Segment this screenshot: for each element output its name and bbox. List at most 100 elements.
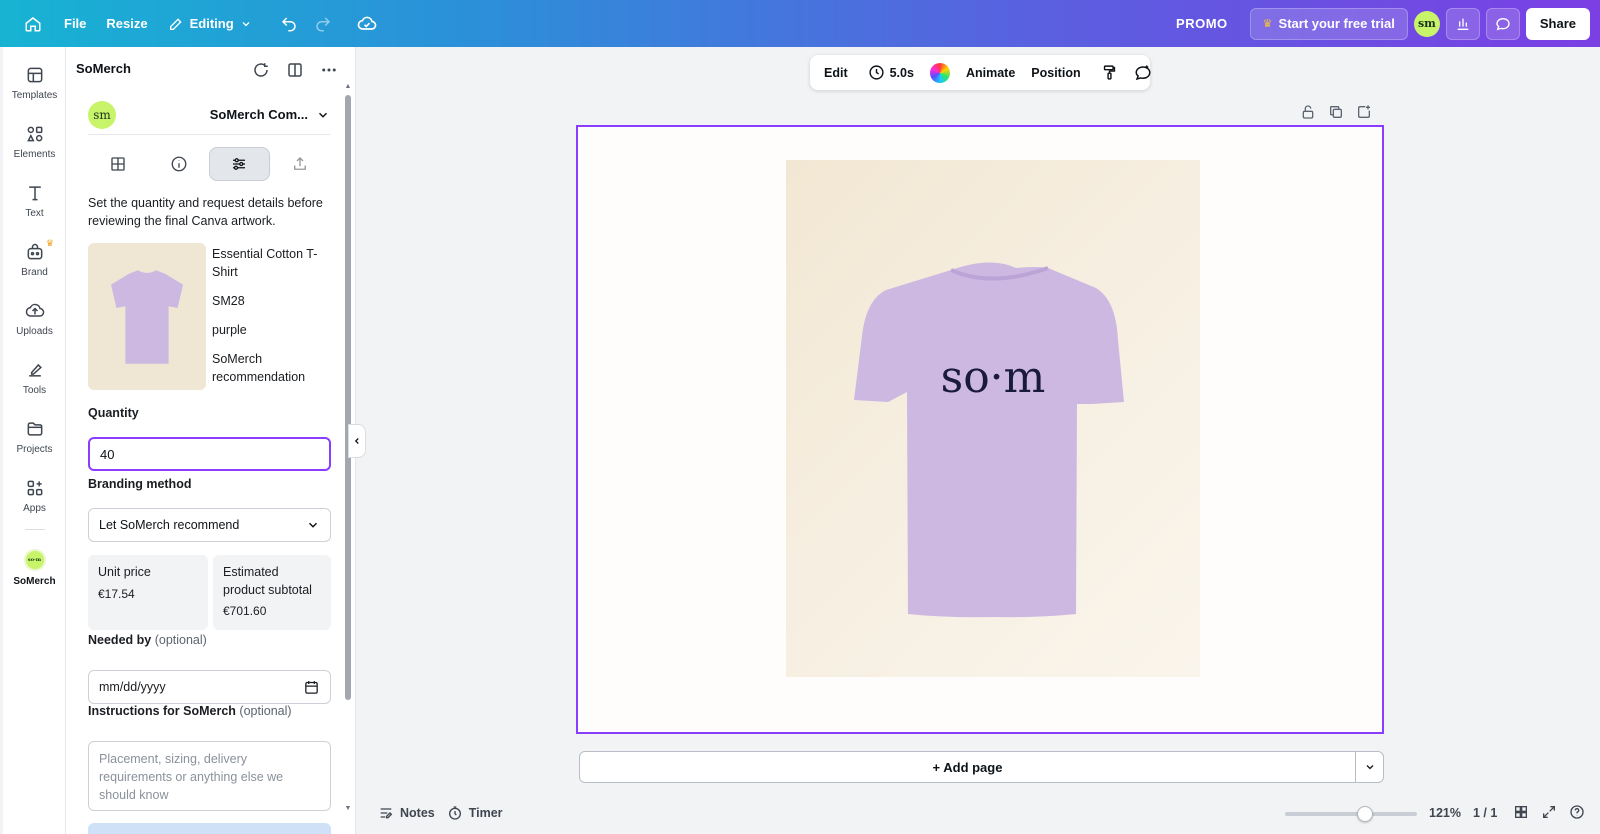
free-trial-button[interactable]: ♛ Start your free trial <box>1249 7 1408 40</box>
account-selector[interactable]: sm SoMerch Com... <box>88 95 330 135</box>
expand-icon <box>1543 805 1555 818</box>
panel-title: SoMerch <box>76 61 131 76</box>
cloud-save-button[interactable] <box>350 7 384 41</box>
free-trial-label: Start your free trial <box>1278 16 1395 31</box>
animate-button[interactable]: Animate <box>960 59 1021 87</box>
resize-label: Resize <box>106 16 148 31</box>
add-page-options-button[interactable] <box>1355 752 1383 782</box>
comments-button[interactable] <box>1485 7 1520 40</box>
scroll-up-icon[interactable]: ▲ <box>344 83 352 90</box>
rail-item-apps[interactable]: Apps <box>3 478 66 530</box>
branding-method-label: Branding method <box>88 477 192 491</box>
collapse-panel-button[interactable] <box>348 424 366 458</box>
optional-tag: (optional) <box>239 704 292 718</box>
needed-by-date-input[interactable]: mm/dd/yyyy <box>88 670 331 704</box>
somerch-logo: sm <box>88 100 116 129</box>
tab-settings[interactable] <box>208 147 270 181</box>
insights-button[interactable] <box>1445 7 1480 40</box>
grid-view-button[interactable] <box>1513 804 1529 823</box>
continue-button[interactable] <box>88 823 331 834</box>
rail-item-elements[interactable]: Elements <box>3 124 66 176</box>
instructions-text: Instructions for SoMerch <box>88 704 236 718</box>
element-toolbar: Edit 5.0s Animate Position <box>810 55 1151 90</box>
chevron-left-icon <box>354 438 359 444</box>
rail-item-text[interactable]: Text <box>3 183 66 235</box>
rail-item-brand[interactable]: ♛ Brand <box>3 238 66 294</box>
color-button[interactable] <box>924 59 956 87</box>
more-horizontal-icon <box>322 68 336 72</box>
design-page[interactable]: so·m <box>576 125 1384 734</box>
file-menu-button[interactable]: File <box>54 7 96 41</box>
lock-page-button[interactable] <box>1300 104 1316 125</box>
add-page-icon-button[interactable] <box>1356 104 1372 125</box>
split-view-button[interactable] <box>283 59 307 81</box>
product-source: SoMerch recommendation <box>212 352 306 384</box>
page-count[interactable]: 1 / 1 <box>1473 806 1497 820</box>
share-label: Share <box>1539 16 1576 31</box>
branding-method-select[interactable]: Let SoMerch recommend <box>88 508 331 542</box>
promo-label[interactable]: PROMO <box>1176 16 1228 31</box>
animate-label: Animate <box>965 65 1016 80</box>
resize-button[interactable]: Resize <box>96 7 157 41</box>
rail-item-uploads[interactable]: Uploads <box>3 301 66 353</box>
quantity-input[interactable] <box>88 437 331 471</box>
duration-label: 5.0s <box>889 65 914 80</box>
scroll-down-icon[interactable]: ▼ <box>344 805 352 812</box>
copy-style-button[interactable] <box>1095 59 1124 87</box>
subtotal-label: Estimated product subtotal <box>223 565 312 597</box>
user-avatar[interactable]: sm <box>1413 10 1440 37</box>
duplicate-icon <box>1330 106 1342 118</box>
editing-mode-button[interactable]: Editing <box>158 7 262 41</box>
duplicate-page-button[interactable] <box>1328 104 1344 125</box>
unit-price-label: Unit price <box>98 565 151 579</box>
zoom-slider[interactable] <box>1285 806 1417 822</box>
rail-item-templates[interactable]: Templates <box>3 65 66 117</box>
add-page-button[interactable]: + Add page <box>580 760 1355 775</box>
subtotal-value: €701.60 <box>223 604 267 618</box>
scroll-thumb[interactable] <box>345 95 351 700</box>
edit-button[interactable]: Edit <box>818 59 854 87</box>
redo-button[interactable] <box>306 7 340 41</box>
share-button[interactable]: Share <box>1525 7 1590 40</box>
view-controls <box>1513 804 1585 823</box>
refresh-button[interactable] <box>249 59 273 81</box>
comment-add-icon <box>1135 65 1151 80</box>
zoom-level[interactable]: 121% <box>1429 806 1461 820</box>
refresh-icon <box>254 63 268 77</box>
rail-item-projects[interactable]: Projects <box>3 419 66 471</box>
help-button[interactable] <box>1569 804 1585 823</box>
clock-icon <box>869 65 884 80</box>
tshirt-thumbnail-icon <box>111 269 183 364</box>
brand-icon <box>27 243 42 260</box>
rail-item-somerch[interactable]: so·m SoMerch <box>3 549 66 601</box>
notes-button[interactable]: Notes <box>378 805 435 821</box>
rail-label-elements: Elements <box>13 149 56 160</box>
unit-price-box: Unit price €17.54 <box>88 555 208 630</box>
instructions-label: Instructions for SoMerch (optional) <box>88 704 292 718</box>
calendar-icon[interactable] <box>303 679 320 696</box>
zoom-slider-thumb[interactable] <box>1357 806 1373 822</box>
tab-info[interactable] <box>148 147 208 181</box>
product-artwork[interactable]: so·m <box>786 160 1200 677</box>
undo-button[interactable] <box>272 7 306 41</box>
timer-icon <box>448 806 461 820</box>
elements-icon <box>26 126 42 142</box>
unit-price-value: €17.54 <box>98 587 135 601</box>
undo-icon <box>281 16 296 31</box>
add-comment-button[interactable] <box>1128 59 1158 87</box>
more-options-button[interactable] <box>317 59 341 81</box>
tab-export[interactable] <box>270 147 330 181</box>
timer-button[interactable]: Timer <box>447 805 503 821</box>
duration-button[interactable]: 5.0s <box>862 59 920 87</box>
help-icon <box>1570 804 1584 819</box>
rail-item-tools[interactable]: Tools <box>3 360 66 412</box>
instructions-textarea[interactable]: Placement, sizing, delivery requirements… <box>88 741 331 811</box>
crown-icon: ♛ <box>45 238 54 248</box>
home-button[interactable] <box>16 7 50 41</box>
top-bar: File Resize Editing PROMO ♛ Start your f… <box>0 0 1600 47</box>
quantity-label: Quantity <box>88 406 139 420</box>
tab-catalog[interactable] <box>88 147 148 181</box>
fullscreen-button[interactable] <box>1541 804 1557 823</box>
position-button[interactable]: Position <box>1025 59 1086 87</box>
apps-icon <box>27 480 42 496</box>
